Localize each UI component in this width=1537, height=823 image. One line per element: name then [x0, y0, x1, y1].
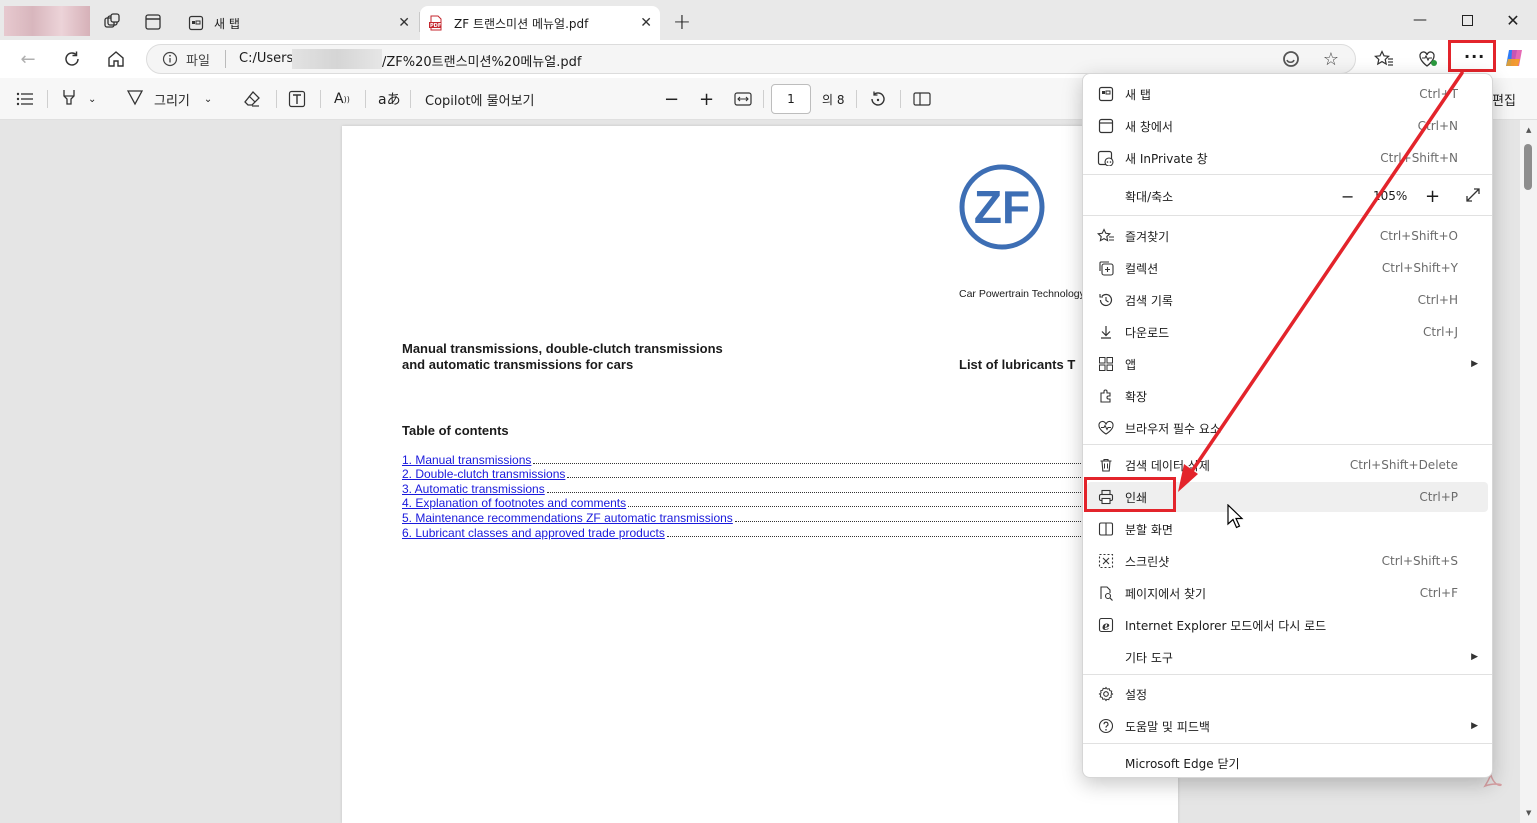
annotation-arrow [1178, 71, 1464, 492]
mouse-cursor-icon [1227, 504, 1244, 529]
